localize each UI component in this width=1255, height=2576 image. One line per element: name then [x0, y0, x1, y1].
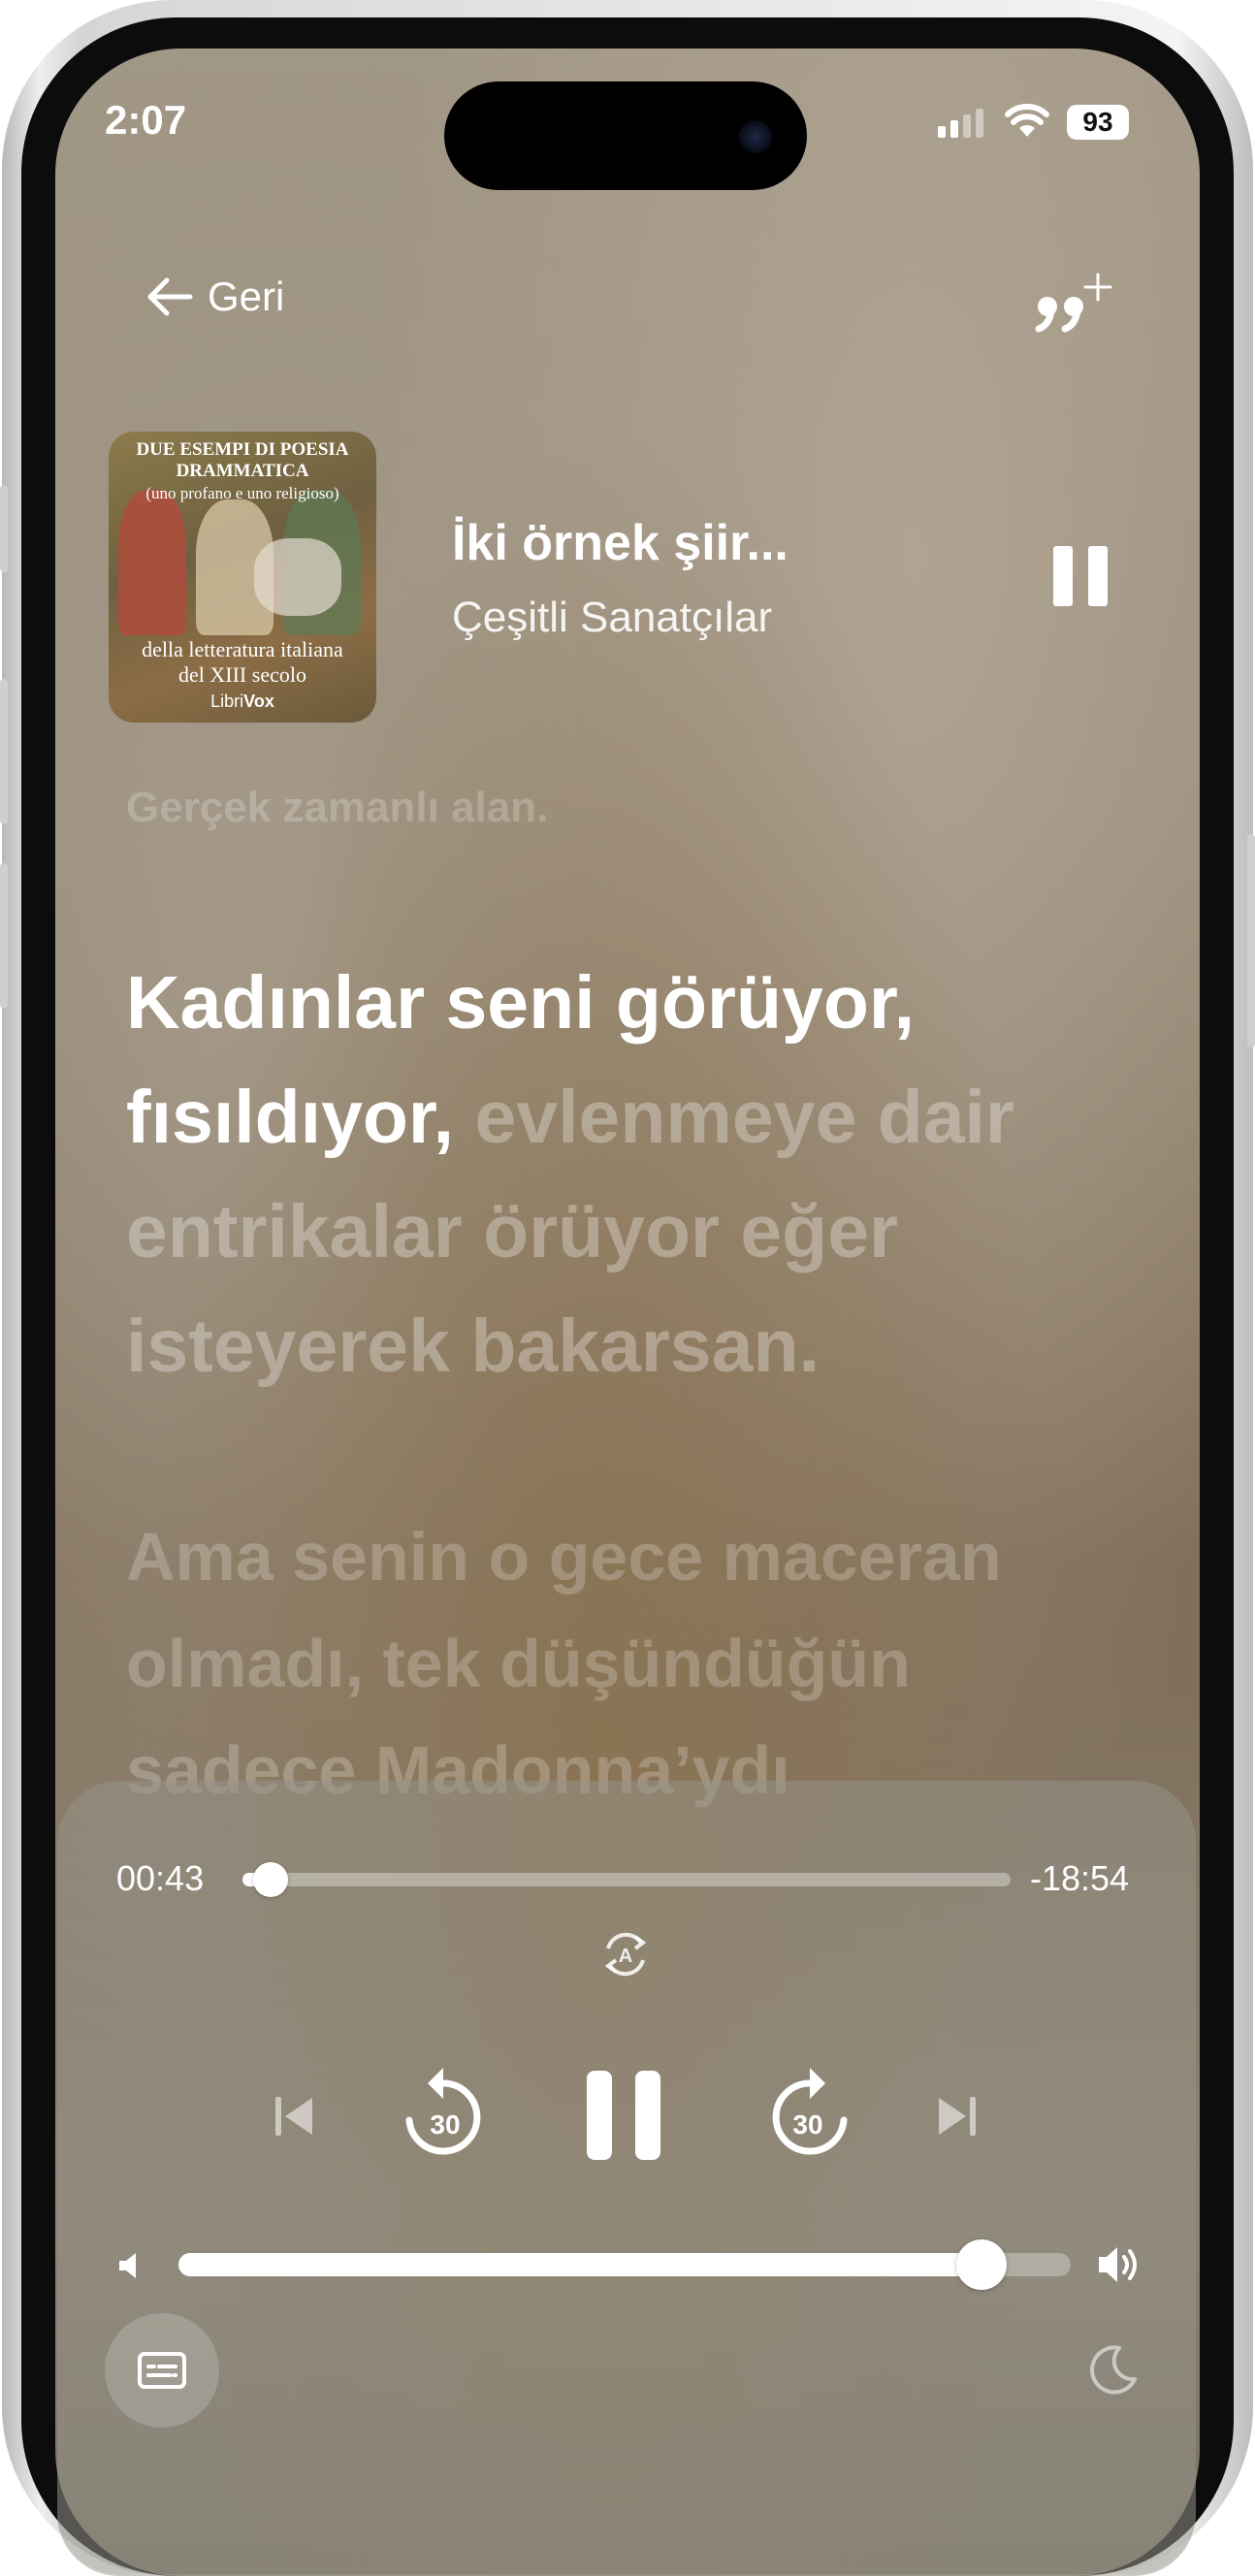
- cover-brand-a: Libri: [210, 692, 244, 711]
- volume-slider[interactable]: [178, 2239, 1071, 2290]
- action-button: [0, 485, 8, 572]
- pause-button[interactable]: [587, 2071, 660, 2165]
- autoplay-icon[interactable]: A: [598, 1925, 653, 1983]
- volume-fill: [178, 2253, 981, 2276]
- forward-30-icon[interactable]: 30: [766, 2066, 853, 2167]
- arrow-left-icon: [147, 277, 193, 316]
- add-quote-icon[interactable]: [1033, 267, 1120, 344]
- cover-title-line: (uno profano e uno religioso): [145, 484, 339, 502]
- pause-icon-bar: [635, 2071, 660, 2160]
- volume-high-icon: [1099, 2247, 1137, 2282]
- cover-brand: LibriVox: [109, 692, 376, 712]
- volume-up-button: [0, 679, 8, 824]
- front-camera: [739, 120, 772, 153]
- next-lyric[interactable]: Ama senin o gece maceran olmadı, tek düş…: [126, 1503, 1144, 1823]
- next-chapter-icon[interactable]: [933, 2095, 980, 2138]
- transport-controls: 30 30: [0, 2066, 1255, 2182]
- remaining-time: -18:54: [1030, 1858, 1130, 1898]
- album-cover[interactable]: DUE ESEMPI DI POESIA DRAMMATICA (uno pro…: [109, 432, 376, 723]
- previous-chapter-icon[interactable]: [272, 2095, 318, 2138]
- rewind-seconds: 30: [430, 2109, 460, 2140]
- current-lyric[interactable]: Kadınlar seni görüyor, fısıldıyor, evlen…: [126, 946, 1144, 1403]
- volume-low-icon: [119, 2253, 136, 2278]
- lyrics-note: Gerçek zamanlı alan.: [126, 784, 549, 831]
- wifi-icon: [1005, 104, 1049, 137]
- volume-down-button: [0, 863, 8, 1009]
- back-label: Geri: [208, 274, 285, 319]
- pause-icon-bar: [587, 2071, 612, 2160]
- cover-figure: [118, 490, 186, 635]
- cover-figure: [254, 538, 341, 616]
- sleep-timer-icon[interactable]: [1086, 2342, 1141, 2397]
- battery-indicator: 93: [1067, 105, 1129, 140]
- captions-icon: [138, 2352, 186, 2389]
- elapsed-time: 00:43: [116, 1858, 205, 1898]
- cover-title-line: della letteratura italiana: [142, 637, 343, 661]
- cover-title-line: del XIII secolo: [178, 662, 306, 687]
- progress-bar[interactable]: [242, 1862, 1011, 1897]
- pause-icon-bar: [1053, 546, 1073, 606]
- cellular-signal-icon: [938, 109, 988, 138]
- pause-icon-bar: [1088, 546, 1108, 606]
- cover-title-line: DUE ESEMPI DI POESIA: [136, 439, 349, 460]
- back-button[interactable]: Geri: [145, 274, 284, 320]
- forward-seconds: 30: [792, 2109, 822, 2140]
- mini-pause-button[interactable]: [1053, 546, 1123, 611]
- track-title: İki örnek şiir...: [452, 515, 788, 571]
- power-button: [1247, 834, 1255, 1047]
- cover-brand-b: Vox: [243, 692, 274, 711]
- volume-handle[interactable]: [956, 2239, 1007, 2290]
- autoplay-letter: A: [619, 1946, 632, 1967]
- rewind-30-icon[interactable]: 30: [400, 2066, 487, 2167]
- status-time: 2:07: [105, 97, 187, 143]
- track-artist: Çeşitli Sanatçılar: [452, 594, 773, 641]
- cover-title-line: DRAMMATICA: [176, 461, 309, 481]
- dynamic-island: [444, 81, 807, 190]
- captions-button[interactable]: [105, 2313, 219, 2428]
